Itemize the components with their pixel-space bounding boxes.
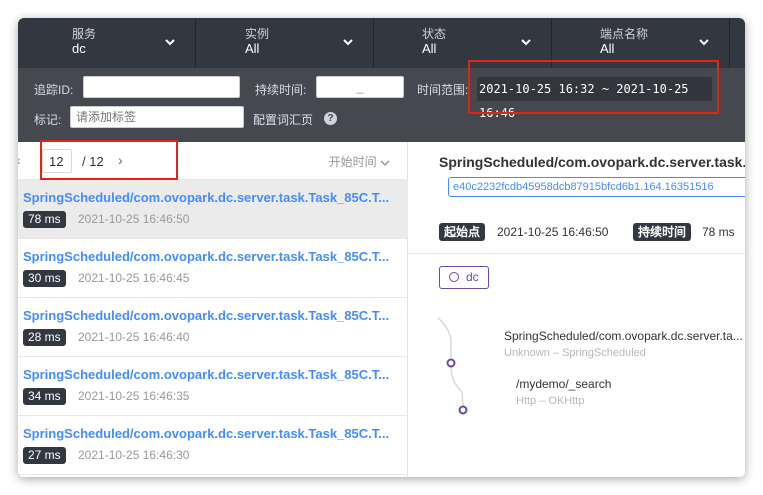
time-range-picker[interactable]: 2021-10-25 16:32 ~ 2021-10-25 16:46 [477, 77, 712, 120]
trace-timestamp: 2021-10-25 16:46:30 [78, 448, 190, 462]
trace-list-item[interactable]: SpringScheduled/com.ovopark.dc.server.ta… [18, 239, 408, 298]
service-circle-icon [449, 272, 459, 282]
chevron-down-icon [380, 160, 390, 166]
sort-label: 开始时间 [328, 155, 377, 169]
help-icon[interactable]: ? [324, 112, 337, 125]
service-filter-value: dc [72, 41, 86, 56]
service-filter-label: 服务 [72, 27, 97, 41]
chevron-down-icon [165, 39, 175, 46]
trace-list-item[interactable]: SpringScheduled/com.ovopark.dc.server.ta… [18, 357, 408, 416]
service-filter[interactable]: 服务 dc [18, 18, 196, 68]
endpoint-filter-value: All [600, 41, 615, 56]
duration-badge: 30 ms [23, 270, 66, 287]
divider [408, 253, 745, 254]
instance-filter-label: 实例 [245, 27, 270, 41]
status-filter[interactable]: 状态 All [374, 18, 552, 68]
trace-name-link[interactable]: SpringScheduled/com.ovopark.dc.server.ta… [23, 367, 389, 382]
time-range-label: 时间范围: [417, 83, 469, 97]
span-node-icon [458, 405, 468, 415]
trace-name-link[interactable]: SpringScheduled/com.ovopark.dc.server.ta… [23, 190, 389, 205]
page-total: / 12 [82, 154, 104, 169]
prev-page-icon[interactable]: ‹ [18, 152, 21, 168]
span-name: /mydemo/_search [516, 377, 612, 391]
start-time-tag: 起始点 [439, 223, 486, 241]
span-node-icon [446, 358, 456, 368]
tags-label: 标记: [34, 113, 62, 127]
start-time-value: 2021-10-25 16:46:50 [497, 225, 609, 239]
span-tree: SpringScheduled/com.ovopark.dc.server.ta… [408, 282, 745, 477]
trace-name-link[interactable]: SpringScheduled/com.ovopark.dc.server.ta… [23, 249, 389, 264]
trace-timestamp: 2021-10-25 16:46:35 [78, 389, 190, 403]
trace-detail-panel: SpringScheduled/com.ovopark.dc.server.ta… [408, 142, 745, 477]
trace-timestamp: 2021-10-25 16:46:50 [78, 212, 190, 226]
chevron-down-icon [343, 39, 353, 46]
span-component: Unknown – SpringScheduled [504, 347, 646, 359]
status-filter-label: 状态 [422, 27, 447, 41]
duration-badge: 28 ms [23, 329, 66, 346]
config-vocabulary-link[interactable]: 配置词汇页 [253, 111, 313, 128]
filter-bar: 服务 dc 实例 All 状态 All 端点名称 All [18, 18, 745, 68]
skywalking-trace-window: 服务 dc 实例 All 状态 All 端点名称 All 追踪ID: 持续时间:… [18, 18, 745, 477]
endpoint-filter[interactable]: 端点名称 All [552, 18, 730, 68]
trace-list-item[interactable]: SpringScheduled/com.ovopark.dc.server.ta… [18, 416, 408, 475]
duration-input[interactable] [316, 76, 404, 98]
tags-input[interactable] [70, 106, 244, 128]
trace-id-link[interactable]: e40c2232fcdb45958dcb87915bfcd6b1.164.163… [448, 177, 745, 197]
duration-value: 78 ms [702, 225, 735, 239]
duration-tag: 持续时间 [633, 223, 692, 241]
next-page-icon[interactable]: › [118, 152, 123, 168]
span-name: SpringScheduled/com.ovopark.dc.server.ta… [504, 329, 743, 343]
trace-list-panel: ‹ / 12 › 开始时间 SpringScheduled/com.ovopar… [18, 142, 408, 477]
trace-list-item[interactable]: SpringScheduled/com.ovopark.dc.server.ta… [18, 298, 408, 357]
trace-name-link[interactable]: SpringScheduled/com.ovopark.dc.server.ta… [23, 426, 389, 441]
duration-badge: 34 ms [23, 388, 66, 405]
chevron-down-icon [699, 39, 709, 46]
pagination: ‹ / 12 › 开始时间 [18, 142, 408, 180]
instance-filter-value: All [245, 41, 260, 56]
trace-detail-title: SpringScheduled/com.ovopark.dc.server.ta… [439, 154, 745, 170]
page-number-input[interactable] [42, 149, 72, 173]
endpoint-filter-label: 端点名称 [600, 27, 649, 41]
duration-badge: 27 ms [23, 447, 66, 464]
trace-timestamp: 2021-10-25 16:46:40 [78, 330, 190, 344]
status-filter-value: All [422, 41, 437, 56]
trace-timestamp: 2021-10-25 16:46:45 [78, 271, 190, 285]
span-component: Http – OKHttp [516, 395, 585, 407]
search-panel: 追踪ID: 持续时间: 时间范围: 2021-10-25 16:32 ~ 202… [18, 68, 745, 142]
trace-name-link[interactable]: SpringScheduled/com.ovopark.dc.server.ta… [23, 308, 389, 323]
chevron-down-icon [521, 39, 531, 46]
duration-badge: 78 ms [23, 211, 66, 228]
sort-dropdown[interactable]: 开始时间 [329, 153, 390, 170]
duration-label: 持续时间: [255, 83, 307, 97]
instance-filter[interactable]: 实例 All [196, 18, 374, 68]
trace-list-item[interactable]: SpringScheduled/com.ovopark.dc.server.ta… [18, 180, 408, 239]
trace-id-input[interactable] [83, 76, 240, 98]
trace-id-label: 追踪ID: [34, 83, 74, 97]
